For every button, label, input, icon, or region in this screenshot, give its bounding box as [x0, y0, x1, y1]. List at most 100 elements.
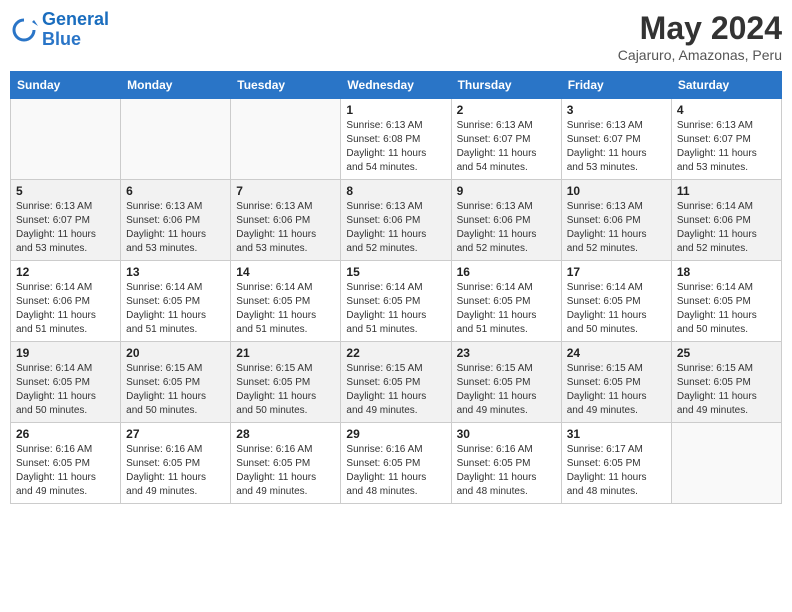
- day-info: Sunrise: 6:15 AM Sunset: 6:05 PM Dayligh…: [346, 362, 445, 418]
- logo-line1: General: [42, 9, 109, 29]
- day-number: 14: [236, 265, 335, 279]
- day-info: Sunrise: 6:16 AM Sunset: 6:05 PM Dayligh…: [236, 443, 335, 499]
- calendar-cell: 20 Sunrise: 6:15 AM Sunset: 6:05 PM Dayli…: [121, 342, 231, 423]
- day-info: Sunrise: 6:14 AM Sunset: 6:05 PM Dayligh…: [677, 281, 776, 337]
- month-year: May 2024: [618, 10, 782, 47]
- calendar-cell: 24Sunrise: 6:15 AM Sunset: 6:05 PM Dayli…: [561, 342, 671, 423]
- day-number: 21: [236, 346, 335, 360]
- day-number: 10: [567, 184, 666, 198]
- day-number: 18: [677, 265, 776, 279]
- day-number: 9: [457, 184, 556, 198]
- day-info: Sunrise: 6:14 AM Sunset: 6:05 PM Dayligh…: [236, 281, 335, 337]
- day-info: Sunrise: 6:16 AM Sunset: 6:05 PM Dayligh…: [346, 443, 445, 499]
- logo: General Blue: [10, 10, 109, 50]
- calendar-cell: [671, 423, 781, 504]
- day-number: 15: [346, 265, 445, 279]
- calendar-week-row: 5Sunrise: 6:13 AM Sunset: 6:07 PM Daylig…: [11, 180, 782, 261]
- logo-line2: Blue: [42, 29, 81, 49]
- logo-icon: [10, 16, 38, 44]
- calendar-cell: 3 Sunrise: 6:13 AM Sunset: 6:07 PM Daylig…: [561, 99, 671, 180]
- day-info: Sunrise: 6:14 AM Sunset: 6:05 PM Dayligh…: [457, 281, 556, 337]
- day-number: 1: [346, 103, 445, 117]
- day-info: Sunrise: 6:13 AM Sunset: 6:06 PM Dayligh…: [346, 200, 445, 256]
- calendar-week-row: 19Sunrise: 6:14 AM Sunset: 6:05 PM Dayli…: [11, 342, 782, 423]
- day-number: 16: [457, 265, 556, 279]
- calendar-week-row: 1 Sunrise: 6:13 AM Sunset: 6:08 PM Daylig…: [11, 99, 782, 180]
- day-number: 30: [457, 427, 556, 441]
- calendar-cell: 4Sunrise: 6:13 AM Sunset: 6:07 PM Daylig…: [671, 99, 781, 180]
- location: Cajaruro, Amazonas, Peru: [618, 47, 782, 63]
- day-info: Sunrise: 6:14 AM Sunset: 6:05 PM Dayligh…: [346, 281, 445, 337]
- calendar-cell: 29Sunrise: 6:16 AM Sunset: 6:05 PM Dayli…: [341, 423, 451, 504]
- calendar-cell: 30Sunrise: 6:16 AM Sunset: 6:05 PM Dayli…: [451, 423, 561, 504]
- calendar-cell: 18 Sunrise: 6:14 AM Sunset: 6:05 PM Dayli…: [671, 261, 781, 342]
- calendar-body: 1 Sunrise: 6:13 AM Sunset: 6:08 PM Daylig…: [11, 99, 782, 504]
- title-block: May 2024 Cajaruro, Amazonas, Peru: [618, 10, 782, 63]
- calendar-cell: 27 Sunrise: 6:16 AM Sunset: 6:05 PM Dayli…: [121, 423, 231, 504]
- day-info: Sunrise: 6:14 AM Sunset: 6:05 PM Dayligh…: [126, 281, 225, 337]
- day-info: Sunrise: 6:14 AM Sunset: 6:06 PM Dayligh…: [677, 200, 776, 256]
- day-number: 6: [126, 184, 225, 198]
- weekday-header-cell: Monday: [121, 72, 231, 99]
- weekday-header-cell: Friday: [561, 72, 671, 99]
- calendar-cell: 10 Sunrise: 6:13 AM Sunset: 6:06 PM Dayli…: [561, 180, 671, 261]
- page-header: General Blue May 2024 Cajaruro, Amazonas…: [10, 10, 782, 63]
- day-info: Sunrise: 6:14 AM Sunset: 6:05 PM Dayligh…: [16, 362, 115, 418]
- weekday-header-cell: Wednesday: [341, 72, 451, 99]
- calendar-cell: 12 Sunrise: 6:14 AM Sunset: 6:06 PM Dayli…: [11, 261, 121, 342]
- day-info: Sunrise: 6:13 AM Sunset: 6:06 PM Dayligh…: [126, 200, 225, 256]
- day-info: Sunrise: 6:16 AM Sunset: 6:05 PM Dayligh…: [126, 443, 225, 499]
- calendar-cell: 9 Sunrise: 6:13 AM Sunset: 6:06 PM Daylig…: [451, 180, 561, 261]
- day-number: 13: [126, 265, 225, 279]
- day-number: 22: [346, 346, 445, 360]
- day-number: 2: [457, 103, 556, 117]
- day-info: Sunrise: 6:15 AM Sunset: 6:05 PM Dayligh…: [457, 362, 556, 418]
- calendar-cell: 28 Sunrise: 6:16 AM Sunset: 6:05 PM Dayli…: [231, 423, 341, 504]
- day-info: Sunrise: 6:15 AM Sunset: 6:05 PM Dayligh…: [126, 362, 225, 418]
- day-info: Sunrise: 6:13 AM Sunset: 6:06 PM Dayligh…: [567, 200, 666, 256]
- day-number: 20: [126, 346, 225, 360]
- calendar-cell: 11 Sunrise: 6:14 AM Sunset: 6:06 PM Dayli…: [671, 180, 781, 261]
- day-number: 12: [16, 265, 115, 279]
- day-info: Sunrise: 6:13 AM Sunset: 6:06 PM Dayligh…: [457, 200, 556, 256]
- day-info: Sunrise: 6:15 AM Sunset: 6:05 PM Dayligh…: [236, 362, 335, 418]
- weekday-header-row: SundayMondayTuesdayWednesdayThursdayFrid…: [11, 72, 782, 99]
- day-number: 31: [567, 427, 666, 441]
- day-number: 27: [126, 427, 225, 441]
- weekday-header-cell: Tuesday: [231, 72, 341, 99]
- calendar-cell: 31Sunrise: 6:17 AM Sunset: 6:05 PM Dayli…: [561, 423, 671, 504]
- calendar-cell: 15 Sunrise: 6:14 AM Sunset: 6:05 PM Dayli…: [341, 261, 451, 342]
- day-info: Sunrise: 6:16 AM Sunset: 6:05 PM Dayligh…: [16, 443, 115, 499]
- day-number: 25: [677, 346, 776, 360]
- day-number: 17: [567, 265, 666, 279]
- weekday-header-cell: Saturday: [671, 72, 781, 99]
- day-number: 28: [236, 427, 335, 441]
- day-number: 5: [16, 184, 115, 198]
- calendar-cell: 7 Sunrise: 6:13 AM Sunset: 6:06 PM Daylig…: [231, 180, 341, 261]
- day-info: Sunrise: 6:14 AM Sunset: 6:06 PM Dayligh…: [16, 281, 115, 337]
- calendar-cell: 8Sunrise: 6:13 AM Sunset: 6:06 PM Daylig…: [341, 180, 451, 261]
- weekday-header-cell: Thursday: [451, 72, 561, 99]
- calendar-week-row: 12 Sunrise: 6:14 AM Sunset: 6:06 PM Dayli…: [11, 261, 782, 342]
- calendar-cell: 19Sunrise: 6:14 AM Sunset: 6:05 PM Dayli…: [11, 342, 121, 423]
- day-info: Sunrise: 6:13 AM Sunset: 6:08 PM Dayligh…: [346, 119, 445, 175]
- calendar-cell: 23Sunrise: 6:15 AM Sunset: 6:05 PM Dayli…: [451, 342, 561, 423]
- calendar-cell: 17Sunrise: 6:14 AM Sunset: 6:05 PM Dayli…: [561, 261, 671, 342]
- calendar-cell: 26 Sunrise: 6:16 AM Sunset: 6:05 PM Dayli…: [11, 423, 121, 504]
- day-number: 4: [677, 103, 776, 117]
- calendar-cell: 22 Sunrise: 6:15 AM Sunset: 6:05 PM Dayli…: [341, 342, 451, 423]
- day-number: 26: [16, 427, 115, 441]
- weekday-header-cell: Sunday: [11, 72, 121, 99]
- logo-text: General Blue: [42, 10, 109, 50]
- calendar-cell: 13 Sunrise: 6:14 AM Sunset: 6:05 PM Dayli…: [121, 261, 231, 342]
- calendar-cell: 1 Sunrise: 6:13 AM Sunset: 6:08 PM Daylig…: [341, 99, 451, 180]
- day-number: 11: [677, 184, 776, 198]
- calendar-cell: 6 Sunrise: 6:13 AM Sunset: 6:06 PM Daylig…: [121, 180, 231, 261]
- day-info: Sunrise: 6:13 AM Sunset: 6:06 PM Dayligh…: [236, 200, 335, 256]
- calendar-cell: [231, 99, 341, 180]
- day-info: Sunrise: 6:13 AM Sunset: 6:07 PM Dayligh…: [567, 119, 666, 175]
- calendar-cell: 2Sunrise: 6:13 AM Sunset: 6:07 PM Daylig…: [451, 99, 561, 180]
- calendar-cell: 25Sunrise: 6:15 AM Sunset: 6:05 PM Dayli…: [671, 342, 781, 423]
- day-number: 7: [236, 184, 335, 198]
- day-number: 3: [567, 103, 666, 117]
